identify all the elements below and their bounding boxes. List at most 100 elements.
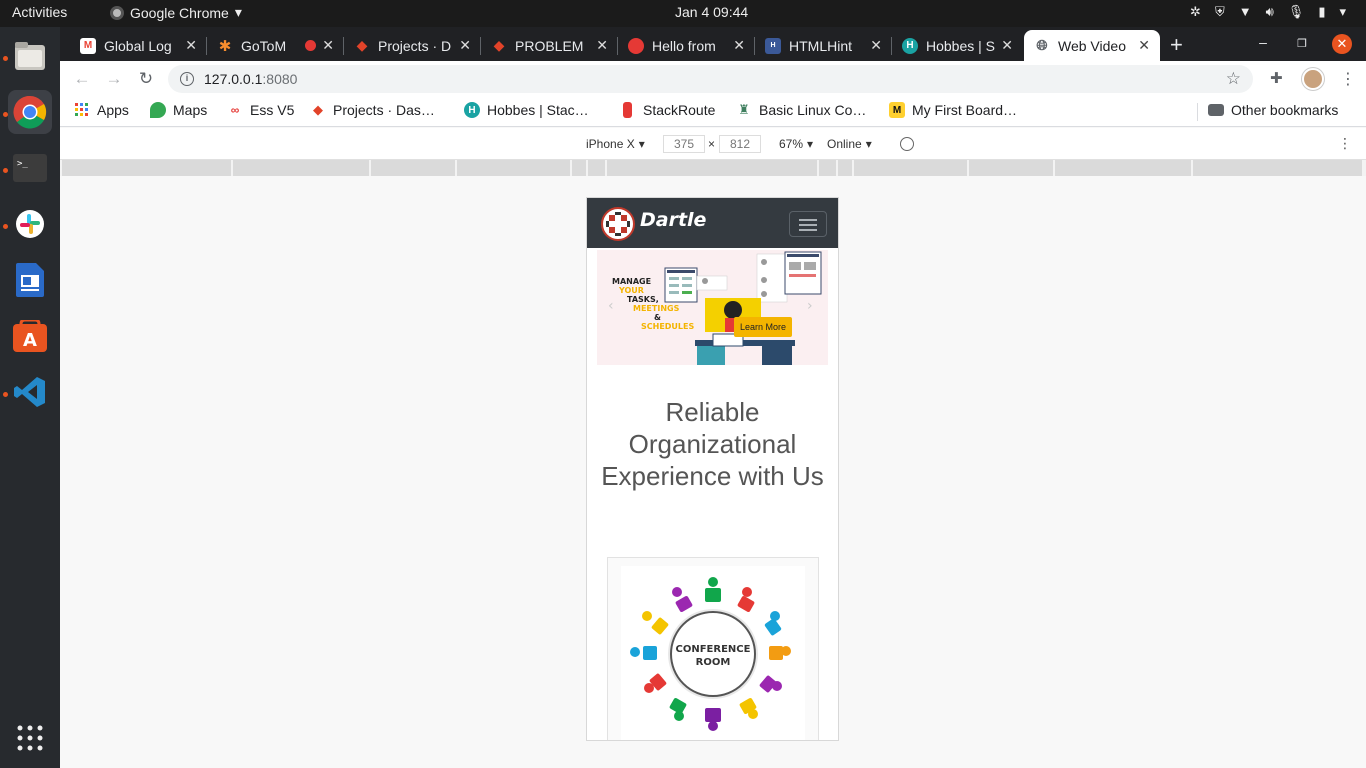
forward-button[interactable]: → [103,68,125,90]
slack-icon[interactable] [8,202,52,246]
bookmark-stackroute[interactable]: StackRoute [620,102,715,118]
rotate-icon[interactable] [900,137,914,151]
text-editor-icon[interactable] [8,258,52,302]
app-menu[interactable]: Google Chrome ▾ [110,4,242,21]
close-window-button[interactable]: ✕ [1332,34,1352,54]
battery-icon[interactable]: ▮ [1318,4,1325,20]
navbar-toggler-button[interactable] [789,211,827,237]
volume-icon[interactable]: 🔊︎ [1266,4,1274,20]
back-button[interactable]: ← [71,68,93,90]
ruler-segment[interactable] [371,160,455,176]
ruler-segment[interactable] [854,160,967,176]
zoom-select[interactable]: 67% ▾ [779,137,813,151]
minimize-button[interactable]: – [1253,34,1273,54]
ruler-segment[interactable] [969,160,1053,176]
tab-web-video[interactable]: 🌐︎ Web Video ✕ [1024,30,1160,61]
bookmark-other-bookmarks[interactable]: Other bookmarks [1208,102,1338,118]
ruler-segment[interactable] [572,160,586,176]
chrome-icon[interactable] [8,90,52,134]
emulated-viewport: Dartle MANAGE YOUR TASKS, MEETINGS & SCH… [60,176,1366,768]
caret-down-icon: ▾ [807,137,814,151]
terminal-icon[interactable]: >_ [8,146,52,190]
dartle-logo-icon[interactable] [601,207,635,241]
wifi-icon[interactable]: ▼ [1239,4,1252,20]
browser-toolbar: ← → ↻ i 127.0.0.1:8080 ☆ ✚ ⋮ [60,61,1366,97]
ruler-segment[interactable] [62,160,231,176]
viewport-height-input[interactable]: 812 [719,135,761,153]
close-tab-icon[interactable]: ✕ [870,37,882,54]
ruler-segment[interactable] [1055,160,1191,176]
slack-tray-icon[interactable]: ✲ [1190,4,1201,20]
svg-text:A: A [23,330,37,351]
bookmark-basic-linux[interactable]: ♜ Basic Linux Co… [736,102,866,118]
close-tab-icon[interactable]: ✕ [459,37,471,54]
network-select-label: Online [827,137,862,151]
tab-hobbes[interactable]: H Hobbes | S ✕ [892,30,1023,61]
close-tab-icon[interactable]: ✕ [1138,37,1150,54]
bookmark-projects[interactable]: ◆ Projects · Das… [310,102,435,118]
device-select[interactable]: iPhone X ▾ [586,137,645,151]
ruler-segment[interactable] [233,160,369,176]
hero-carousel[interactable]: MANAGE YOUR TASKS, MEETINGS & SCHEDULES [597,250,828,365]
viewport-width-input[interactable]: 375 [663,135,705,153]
stackroute-icon [623,102,632,118]
site-brand[interactable]: Dartle [640,209,706,231]
media-query-ruler[interactable] [60,160,1366,176]
close-tab-icon[interactable]: ✕ [185,37,197,54]
bookmark-apps[interactable]: Apps [74,102,129,118]
microphone-icon[interactable]: 🎙︎ [1288,4,1305,20]
learn-more-button[interactable]: Learn More [734,317,792,337]
software-center-icon[interactable]: A [8,314,52,358]
system-tray[interactable]: ✲ ⛨ ▼ 🔊︎ 🎙︎ ▮ ▾ [1190,4,1346,20]
tab-title: GoToM [241,37,287,54]
ruler-segment[interactable] [819,160,836,176]
tab-htmlhint[interactable]: H HTMLHint ✕ [755,30,892,61]
ruler-segment[interactable] [607,160,817,176]
address-bar[interactable]: i 127.0.0.1:8080 ☆ [168,65,1253,93]
ruler-segment[interactable] [457,160,570,176]
site-info-icon[interactable]: i [180,72,194,86]
bookmark-hobbes[interactable]: H Hobbes | Stac… [464,102,589,118]
bookmark-star-icon[interactable]: ☆ [1226,69,1241,89]
close-tab-icon[interactable]: ✕ [322,37,334,54]
clock[interactable]: Jan 4 09:44 [675,4,748,20]
ruler-segment[interactable] [1193,160,1362,176]
shield-icon[interactable]: ⛨ [1215,4,1225,20]
activities-button[interactable]: Activities [12,4,67,20]
bookmark-maps[interactable]: Maps [150,102,207,118]
bookmark-label: Projects · Das… [333,102,435,118]
banner-illustration: ‹ › [608,251,822,365]
extensions-puzzle-icon[interactable]: ✚ [1270,69,1283,87]
maximize-button[interactable]: ❐ [1292,34,1312,54]
files-icon[interactable] [8,34,52,78]
tab-problem[interactable]: ◆ PROBLEM ✕ [481,30,618,61]
close-tab-icon[interactable]: ✕ [596,37,608,54]
chrome-menu-icon[interactable]: ⋮ [1340,69,1356,89]
device-toolbar-menu-icon[interactable]: ⋮ [1338,135,1352,152]
network-throttle-select[interactable]: Online ▾ [827,137,872,151]
ruler-segment[interactable] [588,160,605,176]
vscode-icon[interactable] [8,370,52,414]
tab-hello-from[interactable]: Hello from ✕ [618,30,755,61]
ruler-segment[interactable] [838,160,852,176]
app-menu-label: Google Chrome [130,4,229,21]
tab-gotomeeting[interactable]: ✱ GoToM ✕ [207,30,344,61]
profile-avatar[interactable] [1302,68,1324,90]
feature-card[interactable]: CONFERENCE ROOM [607,557,819,740]
system-top-bar: Activities Google Chrome ▾ Jan 4 09:44 ✲… [0,0,1366,27]
close-tab-icon[interactable]: ✕ [733,37,745,54]
zoom-select-label: 67% [779,137,804,151]
folder-icon [1208,104,1224,116]
bookmark-label: My First Board… [912,102,1018,118]
tab-global-log[interactable]: M Global Log ✕ [70,30,207,61]
tab-projects[interactable]: ◆ Projects · D ✕ [344,30,481,61]
app-grid-icon[interactable] [8,716,52,760]
new-tab-button[interactable]: + [1170,32,1183,58]
close-tab-icon[interactable]: ✕ [1001,37,1013,54]
bookmark-ess-v5[interactable]: ∞ Ess V5 [227,102,295,118]
reload-button[interactable]: ↻ [135,68,157,90]
url-host: 127.0.0.1 [204,71,263,87]
device-select-label: iPhone X [586,137,635,151]
bookmark-my-first-board[interactable]: M My First Board… [889,102,1017,118]
power-menu-icon[interactable]: ▾ [1339,4,1346,20]
